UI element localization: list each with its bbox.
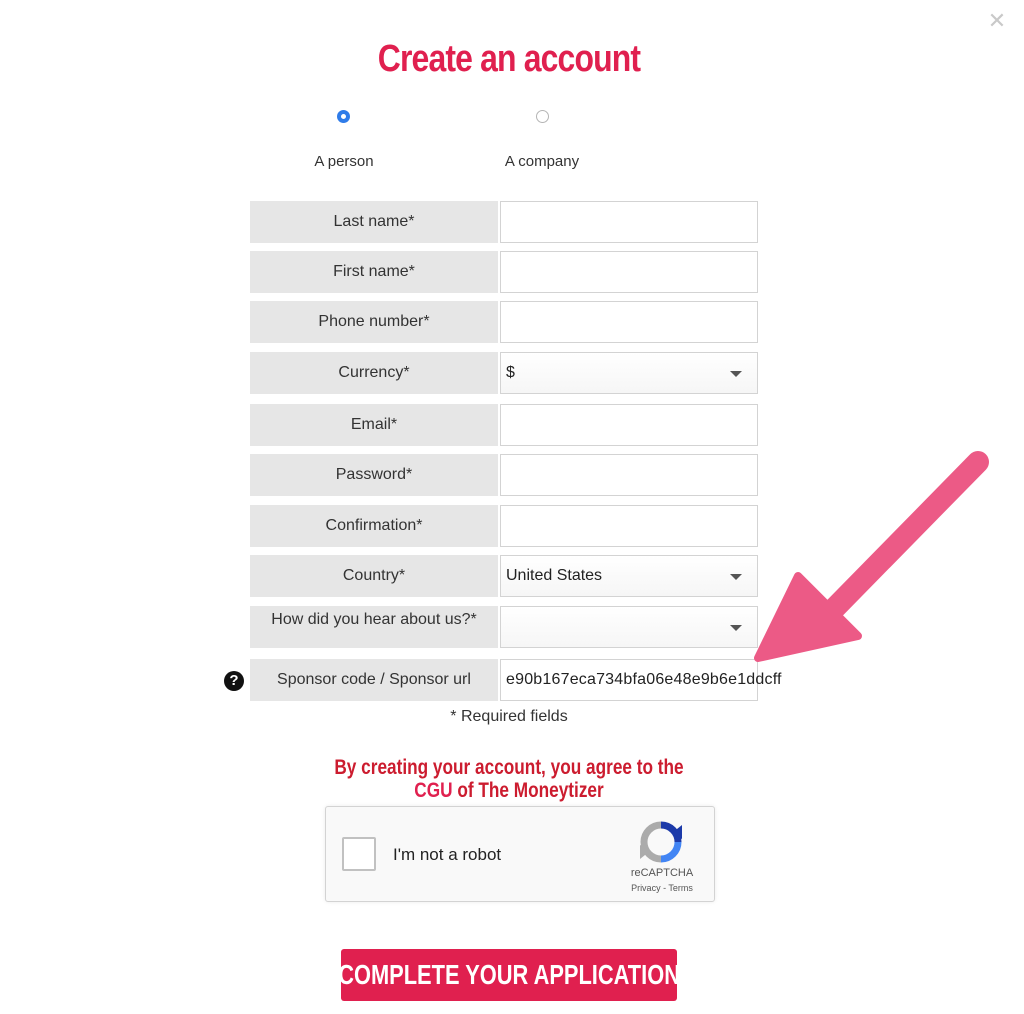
last-name-row: Last name* bbox=[250, 201, 758, 243]
country-row: Country* United States bbox=[250, 555, 758, 597]
email-label: Email* bbox=[250, 404, 498, 446]
agreement-prefix: By creating your account, you agree to t… bbox=[334, 756, 684, 779]
chevron-down-icon bbox=[730, 371, 742, 377]
close-icon[interactable]: ✕ bbox=[985, 10, 1009, 34]
currency-value: $ bbox=[506, 364, 515, 381]
referral-label: How did you hear about us?* bbox=[250, 606, 498, 648]
recaptcha-checkbox[interactable] bbox=[342, 837, 376, 871]
sponsor-row: Sponsor code / Sponsor url e90b167eca734… bbox=[250, 659, 782, 701]
annotation-arrow bbox=[754, 451, 989, 662]
last-name-label: Last name* bbox=[250, 201, 498, 243]
cgu-link[interactable]: CGU bbox=[414, 779, 452, 802]
password-label: Password* bbox=[250, 454, 498, 496]
password-input[interactable] bbox=[500, 454, 758, 496]
email-row: Email* bbox=[250, 404, 758, 446]
confirmation-input[interactable] bbox=[500, 505, 758, 547]
privacy-link[interactable]: Privacy bbox=[631, 883, 661, 893]
country-value: United States bbox=[506, 567, 603, 584]
phone-row: Phone number* bbox=[250, 301, 758, 343]
recaptcha-brand: reCAPTCHA bbox=[630, 867, 694, 879]
radio-company-label[interactable]: A company bbox=[442, 153, 642, 170]
password-row: Password* bbox=[250, 454, 758, 496]
recaptcha-label: I'm not a robot bbox=[393, 845, 502, 864]
submit-label: COMPLETE YOUR APPLICATION bbox=[338, 959, 680, 990]
radio-person[interactable] bbox=[337, 110, 350, 123]
last-name-input[interactable] bbox=[500, 201, 758, 243]
terms-link[interactable]: Terms bbox=[668, 883, 693, 893]
chevron-down-icon bbox=[730, 625, 742, 631]
email-input[interactable] bbox=[500, 404, 758, 446]
referral-row: How did you hear about us?* bbox=[250, 606, 758, 648]
country-label: Country* bbox=[250, 555, 498, 597]
radio-company[interactable] bbox=[536, 110, 549, 123]
page-title: Create an account bbox=[377, 38, 641, 80]
radio-person-label[interactable]: A person bbox=[244, 153, 444, 170]
phone-label: Phone number* bbox=[250, 301, 498, 343]
currency-label: Currency* bbox=[250, 352, 498, 394]
currency-row: Currency* $ bbox=[250, 352, 758, 394]
recaptcha-logo-icon bbox=[640, 821, 682, 863]
sponsor-input[interactable]: e90b167eca734bfa06e48e9b6e1ddcff bbox=[500, 659, 782, 701]
currency-select[interactable]: $ bbox=[500, 352, 758, 394]
phone-input[interactable] bbox=[500, 301, 758, 343]
agreement-text: By creating your account, you agree to t… bbox=[321, 756, 697, 802]
referral-select[interactable] bbox=[500, 606, 758, 648]
confirmation-row: Confirmation* bbox=[250, 505, 758, 547]
chevron-down-icon bbox=[730, 574, 742, 580]
complete-application-button[interactable]: COMPLETE YOUR APPLICATION bbox=[338, 949, 680, 1001]
help-icon[interactable]: ? bbox=[224, 671, 244, 691]
required-note: * Required fields bbox=[450, 708, 568, 725]
first-name-input[interactable] bbox=[500, 251, 758, 293]
recaptcha-widget: I'm not a robot reCAPTCHA Privacy - Term… bbox=[325, 806, 715, 902]
confirmation-label: Confirmation* bbox=[250, 505, 498, 547]
sponsor-label: Sponsor code / Sponsor url bbox=[250, 659, 498, 701]
first-name-row: First name* bbox=[250, 251, 758, 293]
agreement-suffix: of The Moneytizer bbox=[452, 779, 604, 802]
recaptcha-links: Privacy - Terms bbox=[616, 883, 708, 893]
country-select[interactable]: United States bbox=[500, 555, 758, 597]
first-name-label: First name* bbox=[250, 251, 498, 293]
